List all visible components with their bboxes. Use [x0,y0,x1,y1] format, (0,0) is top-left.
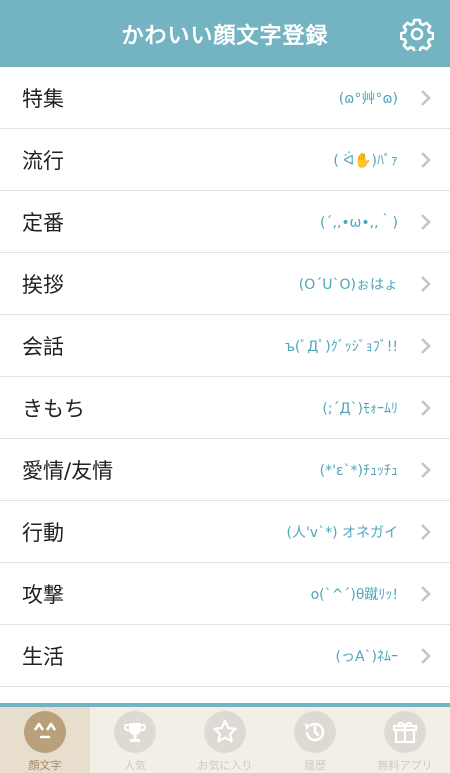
category-label: 定番 [22,210,64,235]
category-row-kaiwa[interactable]: 会話 ъ(ﾟДﾟ)ｸﾞｯｼﾞｮﾌﾞ!! [0,315,450,377]
category-row-aisatsu[interactable]: 挨拶 (O´U`O)ぉはょ [0,253,450,315]
tab-popular[interactable]: 人気 [90,707,180,773]
settings-button[interactable] [398,15,436,53]
kaomoji-face-icon [24,711,66,753]
chevron-right-icon [420,213,432,231]
history-icon [294,711,336,753]
chevron-right-icon [420,151,432,169]
category-row-kimochi[interactable]: きもち (;´Д`)ﾓｫｰﾑﾘ [0,377,450,439]
tab-kaomoji[interactable]: 顔文字 [0,707,90,773]
category-kaomoji: ( ᐛ✋)ﾊﾟｧ [333,152,398,169]
chevron-right-icon [420,337,432,355]
category-kaomoji: (O´U`O)ぉはょ [298,276,398,293]
category-kaomoji: (´,,•ω•,,｀) [320,214,398,231]
chevron-right-icon [420,399,432,417]
app-header: かわいい顔文字登録 [0,0,450,67]
category-label: 挨拶 [22,272,64,297]
chevron-right-icon [420,647,432,665]
category-label: きもち [22,396,85,421]
trophy-icon [114,711,156,753]
tab-label: 顔文字 [28,759,62,772]
category-row-seikatsu[interactable]: 生活 (っA`)ﾈﾑｰ [0,625,450,687]
star-icon [204,711,246,753]
chevron-right-icon [420,275,432,293]
category-row-partial[interactable] [0,687,450,703]
category-label: 流行 [22,148,64,173]
category-label: 特集 [22,86,64,111]
tab-label: 無料アプリ [377,759,433,772]
category-row-aijo[interactable]: 愛情/友情 (*'ε`*)ﾁｭｯﾁｭ [0,439,450,501]
chevron-right-icon [420,89,432,107]
category-row-teiban[interactable]: 定番 (´,,•ω•,,｀) [0,191,450,253]
category-kaomoji: (;´Д`)ﾓｫｰﾑﾘ [322,400,398,417]
category-kaomoji: (人'v`*) オネガイ [286,524,398,541]
chevron-right-icon [420,461,432,479]
tab-label: 履歴 [304,759,326,772]
category-row-ryuko[interactable]: 流行 ( ᐛ✋)ﾊﾟｧ [0,129,450,191]
category-label: 会話 [22,334,64,359]
category-list: 特集 (ɷ°艸°ɷ) 流行 ( ᐛ✋)ﾊﾟｧ 定番 (´,,•ω•,,｀) 挨拶… [0,67,450,703]
tab-label: 人気 [124,759,146,772]
category-label: 攻撃 [22,582,64,607]
tab-label: お気に入り [197,759,253,772]
gift-icon [384,711,426,753]
category-row-tokushu[interactable]: 特集 (ɷ°艸°ɷ) [0,67,450,129]
category-row-kodo[interactable]: 行動 (人'v`*) オネガイ [0,501,450,563]
chevron-right-icon [420,585,432,603]
category-kaomoji: (ɷ°艸°ɷ) [338,90,398,107]
category-kaomoji: ъ(ﾟДﾟ)ｸﾞｯｼﾞｮﾌﾞ!! [285,338,398,355]
tab-free-apps[interactable]: 無料アプリ [360,707,450,773]
category-row-kogeki[interactable]: 攻撃 o(`^´)θ蹴ﾘｯ! [0,563,450,625]
category-kaomoji: (っA`)ﾈﾑｰ [335,648,398,665]
category-label: 愛情/友情 [22,458,114,483]
tab-history[interactable]: 履歴 [270,707,360,773]
page-title: かわいい顔文字登録 [121,23,329,49]
gear-icon [400,18,434,51]
category-label: 生活 [22,644,64,669]
tab-bar: 顔文字 人気 お気に入り 履歴 無料アプリ [0,703,450,773]
tab-favorites[interactable]: お気に入り [180,707,270,773]
category-label: 行動 [22,520,64,545]
category-kaomoji: o(`^´)θ蹴ﾘｯ! [310,586,398,603]
chevron-right-icon [420,523,432,541]
category-kaomoji: (*'ε`*)ﾁｭｯﾁｭ [319,462,398,479]
